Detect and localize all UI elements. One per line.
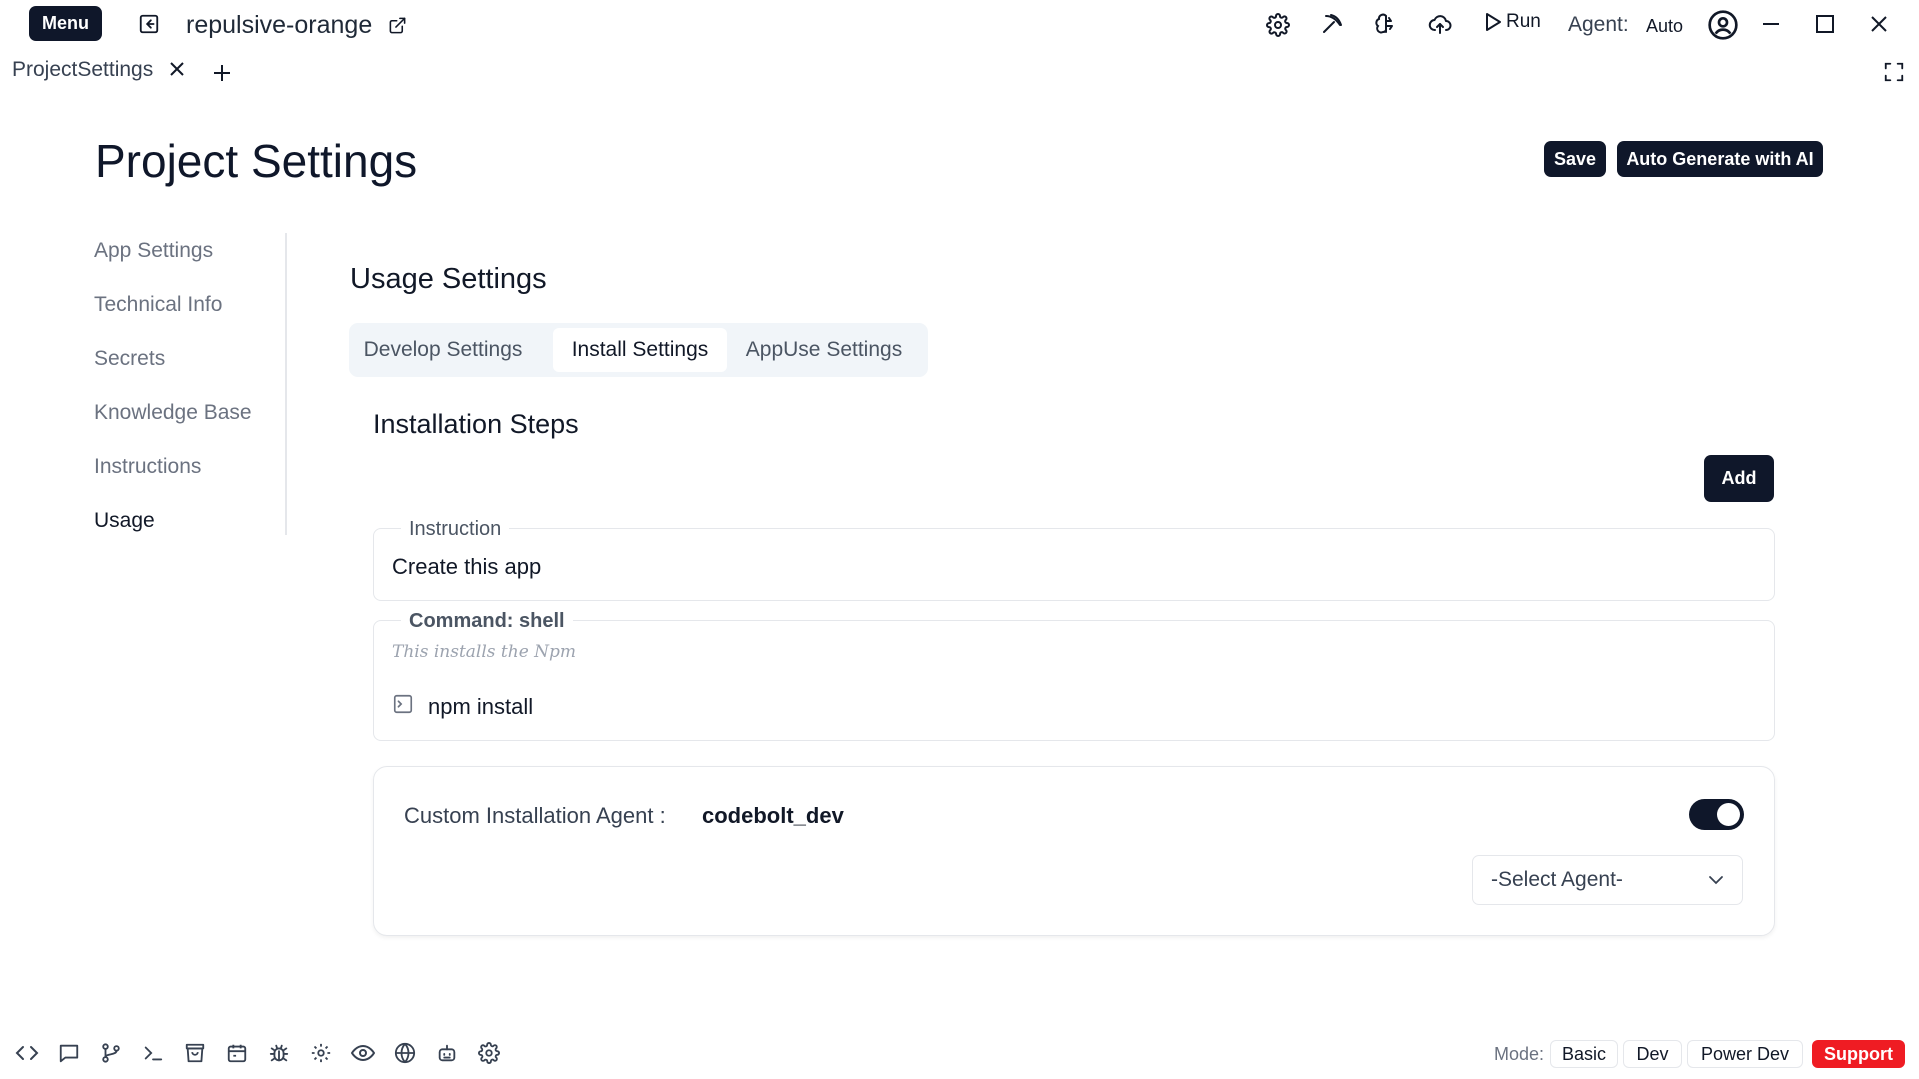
- instruction-value[interactable]: Create this app: [392, 554, 541, 580]
- new-tab-plus-icon[interactable]: [209, 60, 235, 86]
- brain-icon[interactable]: [1371, 9, 1401, 39]
- support-button[interactable]: Support: [1812, 1040, 1905, 1068]
- eye-icon[interactable]: [349, 1039, 377, 1067]
- instruction-field[interactable]: [373, 528, 1775, 601]
- robot-icon[interactable]: [433, 1039, 461, 1067]
- top-bar: Menu repulsive-orange Run Agent: Auto: [0, 0, 1919, 50]
- settings-icon[interactable]: [475, 1039, 503, 1067]
- terminal-icon: [392, 693, 414, 715]
- play-icon: [1484, 12, 1502, 32]
- project-name: repulsive-orange: [186, 11, 373, 39]
- sidebar-item-instructions[interactable]: Instructions: [94, 455, 201, 479]
- mode-power-dev-button[interactable]: Power Dev: [1687, 1040, 1803, 1068]
- select-agent-value: -Select Agent-: [1491, 868, 1623, 891]
- gear-icon[interactable]: [307, 1039, 335, 1067]
- custom-agent-label: Custom Installation Agent :: [404, 803, 666, 828]
- installation-steps-title: Installation Steps: [373, 409, 579, 439]
- terminal-prompt-icon[interactable]: [139, 1039, 167, 1067]
- fullscreen-icon[interactable]: [1881, 59, 1907, 85]
- sidebar-divider: [285, 233, 287, 535]
- run-label: Run: [1506, 11, 1541, 32]
- shopping-bag-icon[interactable]: [181, 1039, 209, 1067]
- maximize-icon[interactable]: [1810, 9, 1840, 39]
- mode-dev-button[interactable]: Dev: [1623, 1040, 1682, 1068]
- menu-button[interactable]: Menu: [29, 6, 102, 41]
- toggle-knob: [1717, 803, 1740, 826]
- code-icon[interactable]: [13, 1039, 41, 1067]
- sidebar-item-technical-info[interactable]: Technical Info: [94, 293, 222, 317]
- command-description: This installs the Npm: [392, 642, 577, 662]
- settings-tabs: Develop Settings Install Settings AppUse…: [349, 323, 928, 377]
- custom-agent-name: codebolt_dev: [702, 803, 844, 828]
- cloud-upload-icon[interactable]: [1425, 9, 1455, 39]
- usage-settings-title: Usage Settings: [350, 263, 547, 295]
- custom-agent-card: [373, 766, 1775, 936]
- mode-label: Mode:: [1494, 1044, 1545, 1064]
- chevron-down-icon: [1708, 875, 1724, 885]
- instruction-legend: Instruction: [401, 518, 510, 541]
- auto-generate-ai-button[interactable]: Auto Generate with AI: [1617, 141, 1823, 177]
- select-agent-dropdown[interactable]: -Select Agent-: [1472, 855, 1743, 905]
- mode-basic-button[interactable]: Basic: [1550, 1040, 1618, 1068]
- tab-appuse-settings[interactable]: AppUse Settings: [727, 328, 921, 372]
- command-legend: Command: shell: [401, 610, 573, 633]
- command-field[interactable]: [373, 620, 1775, 741]
- agent-label: Agent:: [1568, 13, 1629, 36]
- sidebar-item-knowledge-base[interactable]: Knowledge Base: [94, 401, 252, 425]
- minimize-icon[interactable]: [1756, 9, 1786, 39]
- gear-icon[interactable]: [1263, 10, 1293, 40]
- page-title: Project Settings: [95, 135, 418, 187]
- external-link-icon[interactable]: [382, 10, 412, 40]
- sidebar-item-secrets[interactable]: Secrets: [94, 347, 165, 371]
- pickaxe-icon[interactable]: [1317, 9, 1347, 39]
- globe-icon[interactable]: [391, 1039, 419, 1067]
- sidebar-item-usage[interactable]: Usage: [94, 509, 155, 533]
- close-window-icon[interactable]: [1864, 9, 1894, 39]
- git-branch-icon[interactable]: [97, 1039, 125, 1067]
- back-arrow-icon[interactable]: [134, 9, 164, 39]
- user-circle-icon[interactable]: [1706, 8, 1740, 42]
- agent-selector[interactable]: Auto: [1646, 16, 1683, 37]
- run-button[interactable]: Run: [1484, 11, 1541, 33]
- bug-icon[interactable]: [265, 1039, 293, 1067]
- tab-develop-settings[interactable]: Develop Settings: [355, 328, 531, 372]
- command-value[interactable]: npm install: [428, 694, 533, 720]
- chat-icon[interactable]: [55, 1039, 83, 1067]
- custom-agent-toggle[interactable]: [1689, 799, 1744, 830]
- tab-install-settings[interactable]: Install Settings: [553, 328, 727, 372]
- add-step-button[interactable]: Add: [1704, 455, 1774, 502]
- open-tab-projectsettings[interactable]: ProjectSettings: [12, 58, 153, 82]
- sidebar-item-app-settings[interactable]: App Settings: [94, 239, 213, 263]
- save-button[interactable]: Save: [1544, 141, 1606, 177]
- calendar-icon[interactable]: [223, 1039, 251, 1067]
- close-tab-icon[interactable]: [164, 56, 190, 82]
